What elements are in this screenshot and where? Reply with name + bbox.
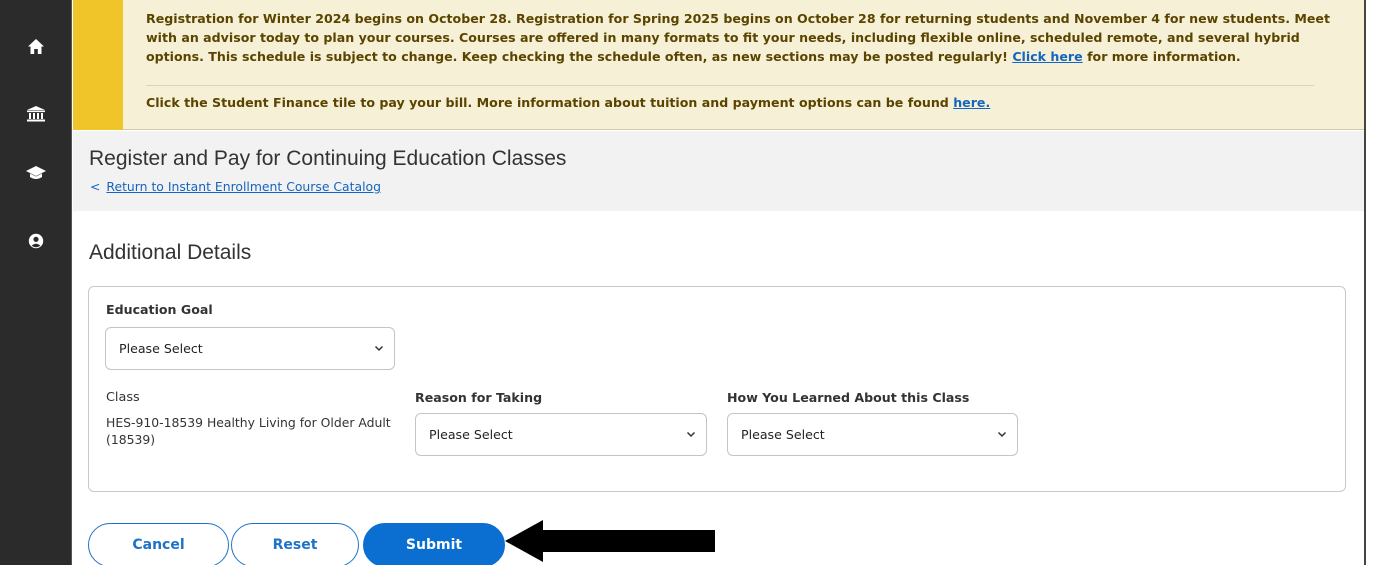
bank-icon[interactable] [0,94,71,134]
class-label: Class [106,390,140,405]
finance-notice: Click the Student Finance tile to pay yo… [146,93,1346,112]
additional-details-card [88,286,1346,492]
page-header: Register and Pay for Continuing Educatio… [73,131,1364,211]
announcement-banner: Registration for Winter 2024 begins on O… [73,0,1364,130]
cancel-button-label: Cancel [132,537,185,553]
class-value: HES-910-18539 Healthy Living for Older A… [106,415,391,447]
return-link-label[interactable]: Return to Instant Enrollment Course Cata… [106,179,381,194]
reason-for-taking-value: Please Select [429,427,513,442]
section-title: Additional Details [89,241,252,264]
how-learned-select[interactable]: Please Select [727,413,1018,456]
reason-for-taking-select[interactable]: Please Select [415,413,707,456]
registration-notice: Registration for Winter 2024 begins on O… [146,9,1346,66]
chevron-down-icon [686,431,696,438]
reset-button[interactable]: Reset [231,523,359,565]
right-border [1364,0,1366,565]
page-title: Register and Pay for Continuing Educatio… [89,147,567,170]
tuition-here-link[interactable]: here. [953,95,990,110]
banner-accent-bar [73,0,123,130]
chevron-down-icon [997,431,1007,438]
chevron-down-icon [374,345,384,352]
return-to-catalog-link[interactable]: < Return to Instant Enrollment Course Cat… [90,179,381,194]
left-nav-sidebar [0,0,71,565]
graduation-cap-icon[interactable] [0,153,71,193]
user-circle-icon[interactable] [0,221,71,261]
reason-for-taking-label: Reason for Taking [415,390,543,405]
chevron-left-icon: < [90,179,101,194]
submit-button-label: Submit [405,537,463,553]
how-learned-value: Please Select [741,427,825,442]
sidebar-divider [71,0,72,565]
pointer-arrow-icon [505,520,715,562]
submit-button[interactable]: Submit [363,523,505,565]
reset-button-label: Reset [272,537,318,553]
cancel-button[interactable]: Cancel [88,523,229,565]
home-icon[interactable] [0,27,71,67]
finance-notice-text: Click the Student Finance tile to pay yo… [146,95,954,110]
click-here-link[interactable]: Click here [1012,49,1082,64]
banner-divider [146,85,1314,86]
registration-notice-tail: for more information. [1082,49,1241,64]
education-goal-label: Education Goal [106,302,213,317]
education-goal-select[interactable]: Please Select [105,327,395,370]
education-goal-value: Please Select [119,341,203,356]
how-learned-label: How You Learned About this Class [727,390,970,405]
